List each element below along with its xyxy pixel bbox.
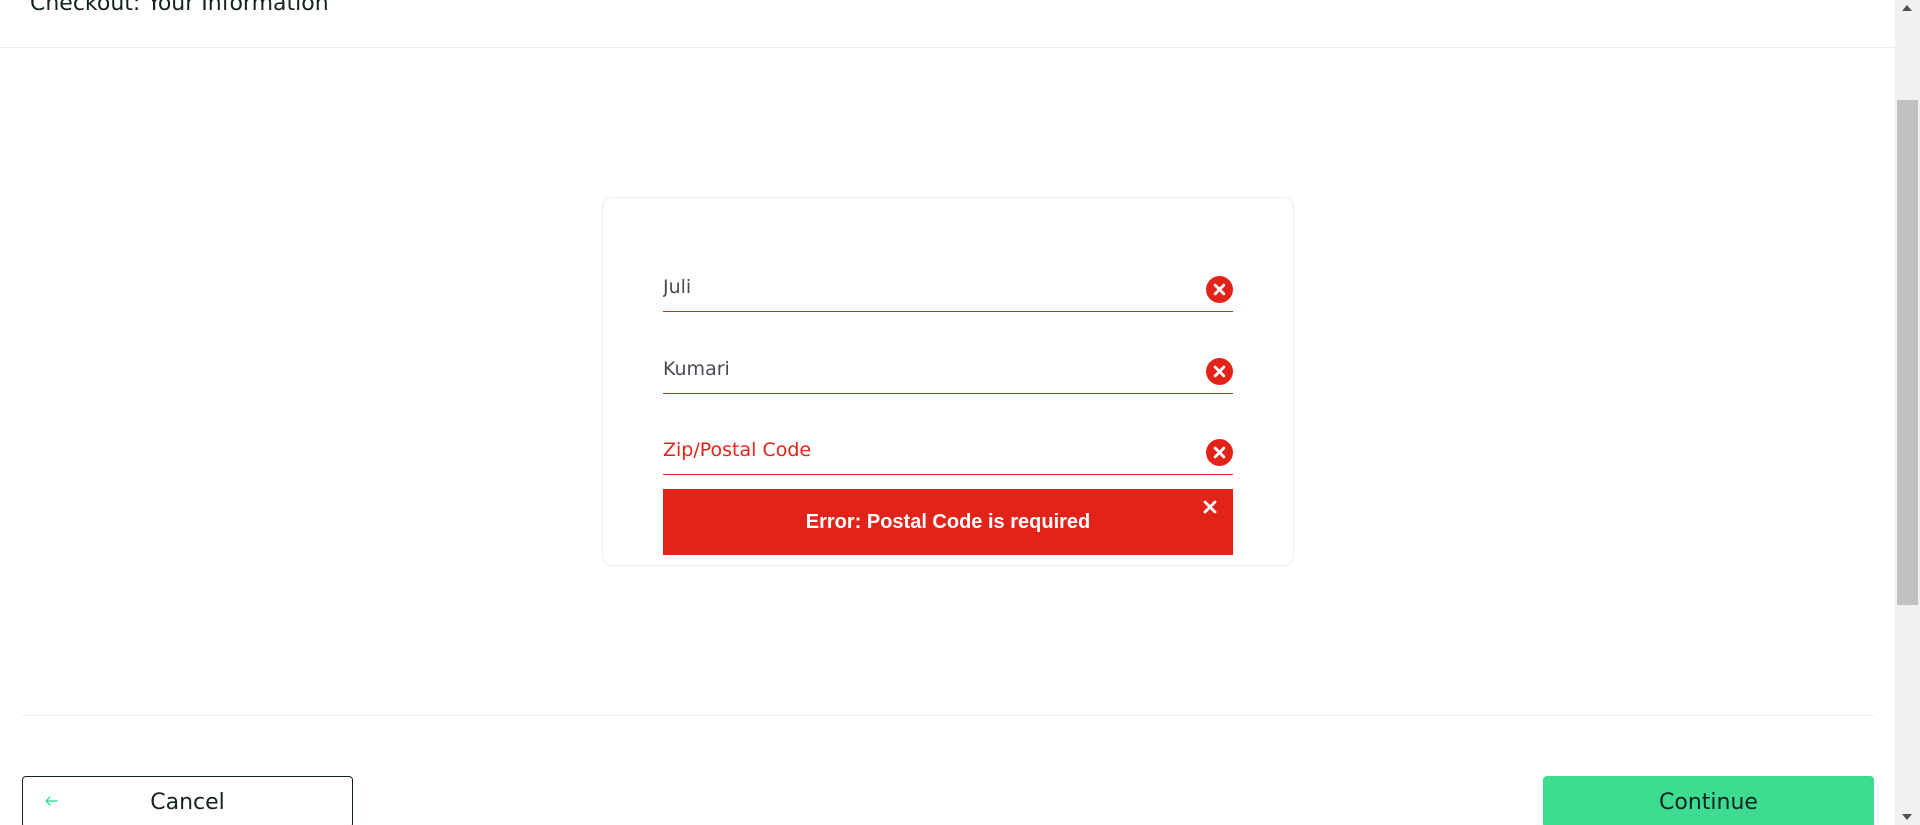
- error-circle-x-icon: [1206, 358, 1233, 385]
- error-circle-x-icon: [1206, 439, 1233, 466]
- last-name-field-wrapper: [663, 344, 1233, 394]
- continue-button-label: Continue: [1659, 789, 1758, 815]
- header: Checkout: Your Information: [0, 0, 1895, 48]
- first-name-input[interactable]: [663, 262, 1183, 312]
- postal-code-field-wrapper: [663, 425, 1233, 475]
- cancel-button-label: Cancel: [150, 789, 225, 815]
- arrow-left-icon: [45, 796, 58, 806]
- first-name-field-wrapper: [663, 262, 1233, 312]
- close-icon[interactable]: [1200, 497, 1220, 517]
- page-title: Checkout: Your Information: [30, 0, 329, 16]
- last-name-input[interactable]: [663, 344, 1183, 394]
- scroll-down-icon[interactable]: [1902, 814, 1912, 820]
- postal-code-input[interactable]: [663, 425, 1183, 475]
- error-circle-x-icon: [1206, 276, 1233, 303]
- error-message: Error: Postal Code is required: [805, 510, 1091, 533]
- cancel-button[interactable]: Cancel: [22, 776, 353, 825]
- footer-divider: [22, 715, 1874, 716]
- vertical-scrollbar[interactable]: [1895, 0, 1920, 825]
- error-message-container: Error: Postal Code is required: [663, 489, 1233, 555]
- continue-button[interactable]: Continue: [1543, 776, 1874, 825]
- scroll-up-icon[interactable]: [1902, 5, 1912, 11]
- checkout-info-form: Error: Postal Code is required: [602, 197, 1294, 566]
- scrollbar-thumb[interactable]: [1897, 100, 1918, 605]
